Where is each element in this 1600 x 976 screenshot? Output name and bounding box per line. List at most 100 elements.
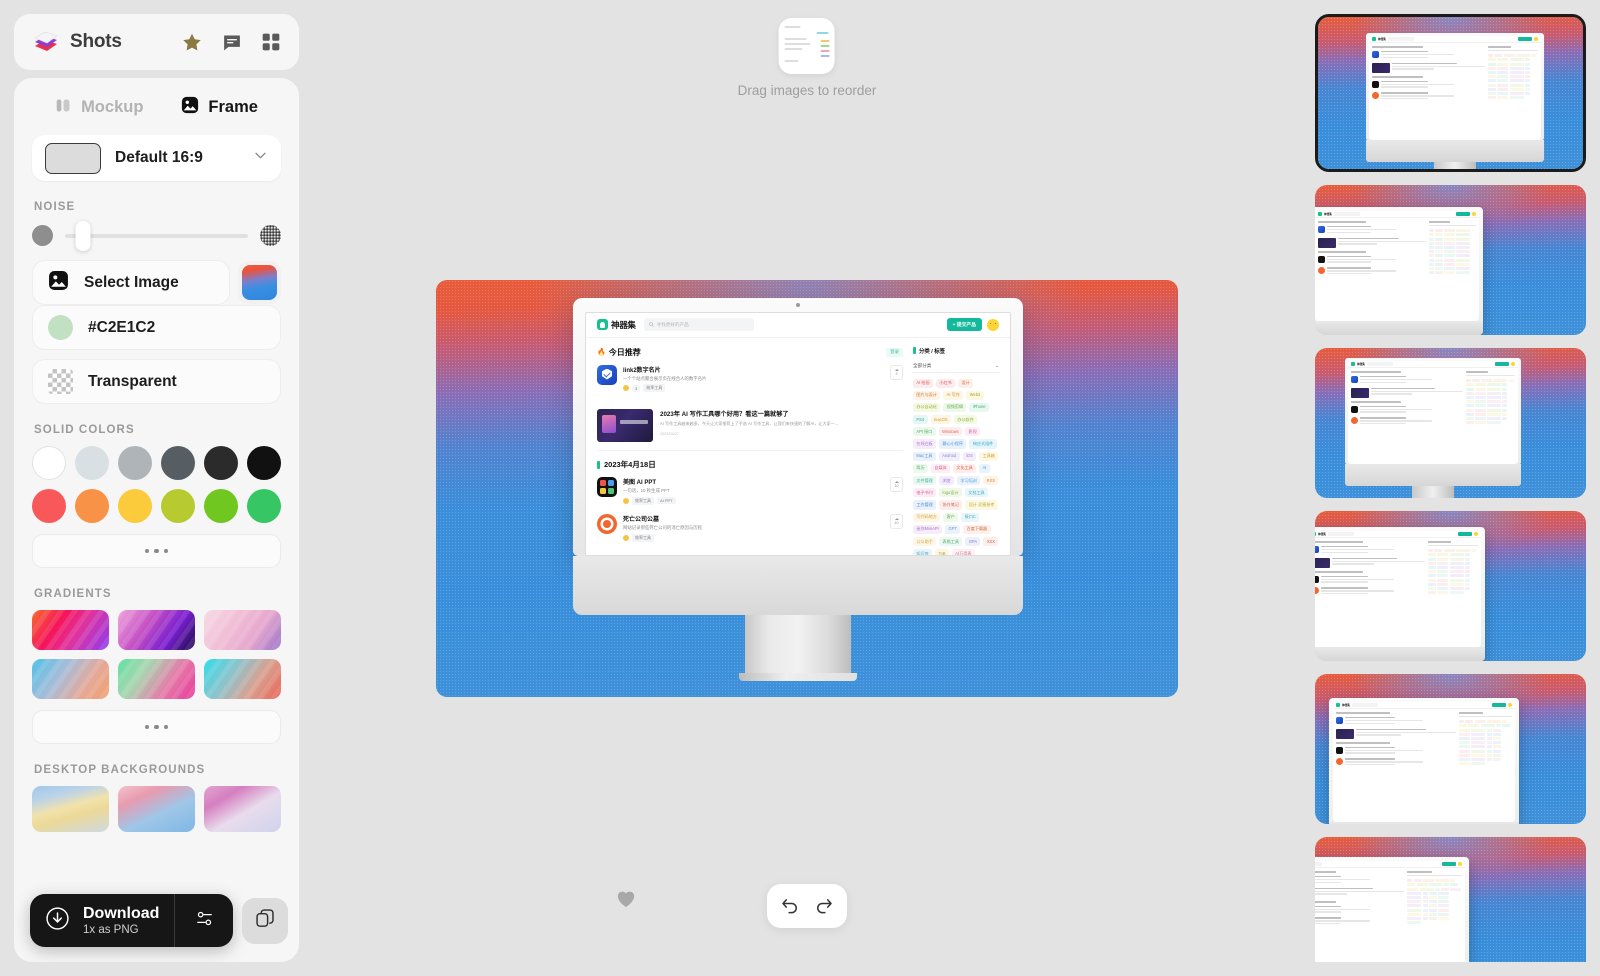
thumbnail-frame-variant-imac-centered[interactable]: 神器集: [1315, 14, 1586, 172]
tab-mockup[interactable]: Mockup: [55, 97, 143, 119]
gradient-swatch-orange-magenta-violet[interactable]: [32, 610, 109, 650]
category-tag[interactable]: 工作管理: [913, 500, 937, 510]
category-tag[interactable]: AI万用表: [951, 549, 975, 555]
category-tag[interactable]: 写代码地方: [913, 512, 941, 522]
category-tag[interactable]: 自媒体: [930, 463, 951, 473]
category-tag[interactable]: 迷你MiniAPI: [913, 524, 943, 534]
solid-color-swatch[interactable]: [204, 489, 238, 523]
category-tag[interactable]: 接口C: [961, 512, 980, 522]
gradients-more-button[interactable]: [32, 710, 281, 744]
gradient-swatch-sky-blue-peach[interactable]: [32, 659, 109, 699]
select-image-button[interactable]: Select Image: [32, 260, 230, 305]
copy-to-clipboard-button[interactable]: [242, 897, 289, 944]
product-row[interactable]: 美图 AI PPT 一句话，10 秒生成 PPT 效率工具 AI PPT 10: [597, 477, 903, 505]
redo-arrow-icon[interactable]: [814, 896, 834, 916]
star-icon[interactable]: [181, 32, 203, 53]
category-tag[interactable]: Web3: [966, 390, 984, 400]
category-tag[interactable]: 响应式组件: [969, 439, 997, 449]
product-row[interactable]: 死亡公司公墓 网站记录那些死亡公司的消亡原因与历程 效率工具 10: [597, 513, 903, 542]
wallpaper-sunset-ridge[interactable]: [118, 786, 195, 832]
category-tag[interactable]: 图片与设计: [913, 390, 941, 400]
category-tag[interactable]: 设计: [958, 378, 974, 388]
category-tag[interactable]: 文件管理: [913, 476, 937, 486]
category-tag[interactable]: AI: [979, 463, 990, 473]
wallpaper-orchid[interactable]: [204, 786, 281, 832]
category-tag[interactable]: 文化工具: [953, 463, 977, 473]
solid-color-swatch[interactable]: [204, 446, 238, 480]
sidebar-scroll-area[interactable]: Mockup Frame Default 16:9 NOISE Select I…: [14, 78, 299, 952]
category-tag[interactable]: logo设计: [939, 488, 962, 498]
thumbnail-frame-variant-window-right[interactable]: 神器集: [1315, 837, 1586, 962]
category-tag[interactable]: XXX: [983, 536, 999, 547]
solid-color-swatch[interactable]: [75, 446, 109, 480]
category-tag[interactable]: 学习培训: [957, 476, 981, 486]
category-tag[interactable]: 浏览: [939, 476, 955, 486]
gradient-swatch-cyan-teal-coral[interactable]: [204, 659, 281, 699]
category-tag[interactable]: PS4: [913, 415, 928, 425]
background-color-row[interactable]: #C2E1C2: [32, 305, 281, 350]
category-tag[interactable]: 表格工具: [939, 536, 963, 547]
mockup-stage[interactable]: 神器集 寻找更好的产品 + 提交产品 🔥 今日推荐 登录 link2数字名片 一…: [436, 279, 1178, 697]
solid-color-swatch[interactable]: [118, 446, 152, 480]
category-tag[interactable]: 协作笔记: [939, 500, 963, 510]
grid-apps-icon[interactable]: [261, 32, 281, 52]
page-thumbnail-icon[interactable]: [779, 18, 835, 74]
noise-slider-knob[interactable]: [75, 220, 91, 251]
category-tag[interactable]: Mac工具: [913, 451, 936, 461]
login-pill[interactable]: 登录: [886, 347, 903, 357]
transparent-row[interactable]: Transparent: [32, 359, 281, 404]
solid-color-swatch[interactable]: [32, 446, 66, 480]
tab-frame[interactable]: Frame: [181, 96, 258, 119]
category-tag[interactable]: 视频剪辑: [943, 402, 967, 413]
category-tag[interactable]: API 接口: [913, 427, 936, 437]
category-tag[interactable]: GPT: [945, 524, 961, 534]
upvote-button[interactable]: 10: [890, 477, 903, 493]
category-tag[interactable]: 小红书: [935, 378, 956, 388]
thumbnail-frame-variant-imac-offset[interactable]: 神器集: [1315, 348, 1586, 498]
solid-color-swatch[interactable]: [75, 489, 109, 523]
noise-slider-track[interactable]: [65, 220, 248, 251]
category-tag[interactable]: AI 写作: [943, 390, 964, 400]
solid-color-swatch[interactable]: [161, 489, 195, 523]
solid-color-swatch[interactable]: [161, 446, 195, 480]
download-button[interactable]: Download 1x as PNG: [30, 894, 234, 947]
upvote-button[interactable]: 10: [890, 513, 903, 529]
solid-color-swatch[interactable]: [247, 446, 281, 480]
product-tag[interactable]: 效率工具: [643, 384, 666, 393]
product-tag[interactable]: 效率工具: [632, 496, 654, 505]
heart-icon[interactable]: [615, 888, 637, 913]
solid-color-swatch[interactable]: [32, 489, 66, 523]
solid-color-swatch[interactable]: [247, 489, 281, 523]
download-main-action[interactable]: Download 1x as PNG: [30, 905, 174, 936]
category-tag[interactable]: GPA: [965, 536, 981, 547]
category-tag[interactable]: 工具箱: [979, 451, 999, 461]
category-tag[interactable]: 办公软件: [953, 415, 978, 425]
category-tag[interactable]: 办公自动化: [913, 402, 941, 413]
imac-device-frame[interactable]: 神器集 寻找更好的产品 + 提交产品 🔥 今日推荐 登录 link2数字名片 一…: [573, 297, 1023, 681]
undo-arrow-icon[interactable]: [780, 896, 800, 916]
site-logo[interactable]: 神器集: [597, 319, 636, 331]
product-tag[interactable]: AI PPT: [657, 497, 676, 505]
category-tag[interactable]: macOS: [930, 415, 951, 425]
category-tag[interactable]: 简历: [913, 463, 928, 473]
upvote-button[interactable]: 3: [890, 364, 903, 380]
category-tag[interactable]: 影视: [965, 427, 981, 437]
article-row[interactable]: 2023年 AI 写作工具哪个好用？看这一篇就够了 AI 写作工具越来越多，今天…: [597, 401, 903, 452]
category-tag[interactable]: 客户: [943, 512, 959, 522]
feedback-chat-icon[interactable]: [221, 32, 243, 53]
category-tag[interactable]: 静心小程序: [939, 439, 967, 449]
category-tag[interactable]: 文档工具: [964, 488, 989, 498]
download-settings-button[interactable]: [175, 907, 233, 935]
submit-product-button[interactable]: + 提交产品: [946, 318, 982, 331]
category-tag[interactable]: RSS: [983, 476, 999, 486]
category-tag[interactable]: 公众助手: [913, 536, 937, 547]
category-tag[interactable]: AI 绘画: [913, 378, 933, 388]
category-tag[interactable]: ToB: [935, 549, 949, 555]
product-row[interactable]: link2数字名片 一个个站点聚合展示页在线合人的数字名片 3 效率工具 3: [597, 364, 903, 393]
product-tag[interactable]: 效率工具: [632, 533, 654, 542]
category-tag[interactable]: Windows: [938, 427, 963, 437]
avatar[interactable]: [987, 318, 999, 331]
thumbnail-frame-variant-left-crop[interactable]: 神器集: [1315, 185, 1586, 335]
thumbnail-rail[interactable]: 神器集神器集神器集神器集神器集神器集: [1315, 14, 1586, 962]
category-tag[interactable]: 在线白板: [913, 439, 937, 449]
